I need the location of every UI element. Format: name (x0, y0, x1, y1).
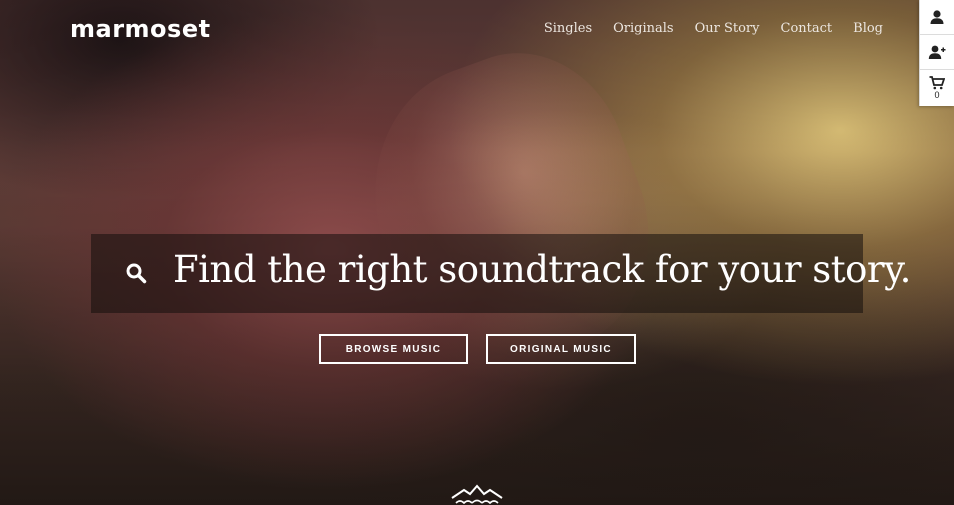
nav-item-originals[interactable]: Originals (613, 21, 673, 36)
user-icon (930, 10, 944, 24)
search-icon (126, 263, 147, 284)
signup-button[interactable] (920, 35, 954, 70)
cart-count: 0 (934, 90, 940, 100)
logo[interactable]: marmoset (70, 15, 211, 43)
main-nav: Singles Originals Our Story Contact Blog (544, 21, 883, 36)
search-prompt: Find the right soundtrack for your story… (173, 248, 911, 291)
nav-item-contact[interactable]: Contact (781, 21, 833, 36)
browse-music-button[interactable]: BROWSE MUSIC (319, 334, 468, 364)
nav-item-singles[interactable]: Singles (544, 21, 592, 36)
side-toolbar: 0 (919, 0, 954, 106)
nav-item-blog[interactable]: Blog (853, 21, 883, 36)
add-user-icon (928, 45, 946, 59)
cart-icon (929, 76, 945, 90)
nav-item-our-story[interactable]: Our Story (695, 21, 760, 36)
account-button[interactable] (920, 0, 954, 35)
mountain-logo-icon[interactable] (450, 484, 504, 505)
cart-button[interactable]: 0 (920, 70, 954, 106)
search-bar[interactable]: Find the right soundtrack for your story… (91, 234, 911, 313)
hero-section: marmoset Singles Originals Our Story Con… (0, 0, 954, 505)
original-music-button[interactable]: ORIGINAL MUSIC (486, 334, 636, 364)
